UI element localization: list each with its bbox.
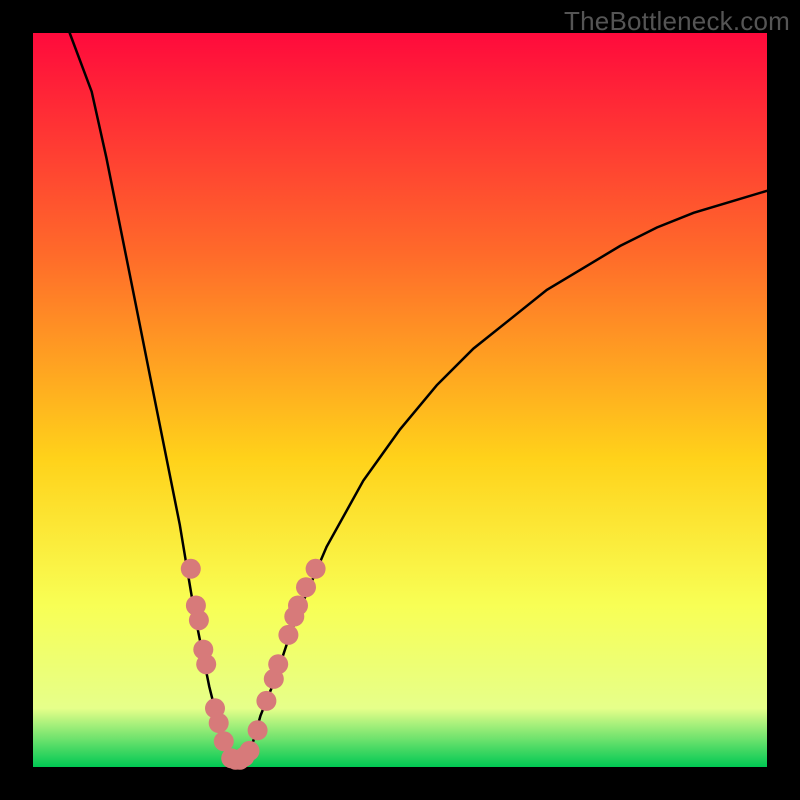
data-marker: [306, 559, 326, 579]
data-marker: [189, 610, 209, 630]
data-marker: [288, 596, 308, 616]
data-marker: [196, 654, 216, 674]
data-marker: [240, 741, 260, 761]
data-marker: [296, 577, 316, 597]
bottleneck-chart: [0, 0, 800, 800]
chart-frame: TheBottleneck.com: [0, 0, 800, 800]
data-marker: [256, 691, 276, 711]
data-marker: [268, 654, 288, 674]
data-marker: [248, 720, 268, 740]
data-marker: [209, 713, 229, 733]
plot-background: [33, 33, 767, 767]
data-marker: [278, 625, 298, 645]
watermark-text: TheBottleneck.com: [564, 6, 790, 37]
data-marker: [181, 559, 201, 579]
